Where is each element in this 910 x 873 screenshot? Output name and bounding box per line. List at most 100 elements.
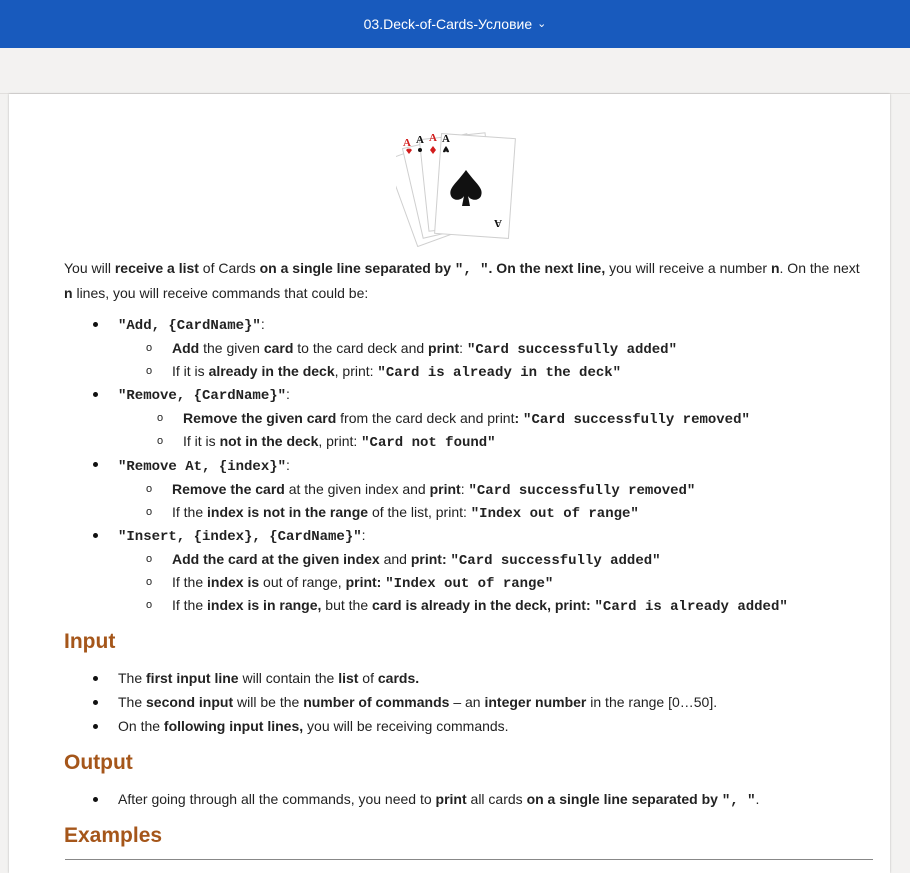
insert-exists-line: If the index is in range, but the card i…: [172, 594, 788, 617]
command-suffix: :: [361, 527, 366, 543]
four-aces-cards-icon: A A A A A: [396, 132, 516, 247]
command-suffix: :: [286, 386, 290, 402]
command-name: "Remove At, {index}": [118, 459, 287, 475]
circle-bullet-icon: o: [157, 435, 164, 447]
circle-bullet-icon: o: [146, 483, 153, 495]
text: all cards: [466, 791, 527, 807]
input-line-1: The first input line will contain the li…: [118, 667, 419, 690]
circle-bullet-icon: o: [146, 506, 153, 518]
chevron-down-icon[interactable]: ⌄: [537, 17, 546, 30]
bullet-icon: [93, 724, 98, 729]
svg-text:A: A: [403, 137, 411, 149]
text: but the: [321, 597, 372, 613]
document-title[interactable]: 03.Deck-of-Cards-Условие: [364, 16, 532, 32]
insert-range-line: If the index is out of range, print: "In…: [172, 571, 553, 594]
text: print: [428, 340, 460, 356]
text: Add the card at the given index: [172, 551, 380, 567]
svg-text:A: A: [429, 132, 437, 144]
command-name: "Add, {CardName}": [118, 318, 261, 334]
text: If the: [172, 597, 208, 613]
intro-text: of Cards: [198, 260, 260, 276]
command-insert: "Insert, {index}, {CardName}":: [118, 524, 366, 547]
text: cards.: [377, 670, 420, 686]
text: print:: [345, 574, 386, 590]
text: , print:: [334, 363, 378, 379]
command-add: "Add, {CardName}":: [118, 313, 265, 336]
input-line-3: On the following input lines, you will b…: [118, 715, 509, 738]
text: Remove the card: [172, 481, 285, 497]
text: After going through all the commands, yo…: [118, 791, 436, 807]
text: If it is: [172, 363, 209, 379]
text: – an: [449, 694, 485, 710]
text: out of range,: [259, 574, 346, 590]
text: will contain the: [238, 670, 339, 686]
command-name: "Insert, {index}, {CardName}": [118, 529, 362, 545]
intro-text: You will: [64, 260, 115, 276]
text: and: [379, 551, 411, 567]
document-page: A A A A A You will receive a list of Car…: [9, 94, 890, 873]
bullet-icon: [93, 533, 98, 538]
command-remove-at: "Remove At, {index}":: [118, 454, 290, 477]
text: second input: [146, 694, 234, 710]
circle-bullet-icon: o: [146, 599, 153, 611]
code-text: "Index out of range": [385, 576, 554, 592]
intro-text: . On the next: [779, 260, 860, 276]
remove-notfound-line: If it is not in the deck, print: "Card n…: [183, 430, 496, 453]
intro-text: on a single line separated by: [259, 260, 455, 276]
text: list: [338, 670, 359, 686]
intro-code: ", ": [454, 262, 489, 278]
code-text: "Card not found": [361, 435, 496, 451]
command-suffix: :: [286, 457, 290, 473]
code-text: "Card successfully added": [450, 553, 661, 569]
command-suffix: :: [260, 316, 265, 332]
code-text: "Card is already added": [594, 599, 788, 615]
bullet-icon: [93, 700, 98, 705]
bullet-icon: [93, 322, 98, 327]
text: print: [435, 791, 467, 807]
text: index is not in the range: [207, 504, 369, 520]
output-line-1: After going through all the commands, yo…: [118, 788, 759, 811]
output-heading: Output: [64, 751, 133, 774]
table-top-border: [65, 859, 873, 860]
code-text: "Card successfully removed": [468, 483, 696, 499]
text: of: [358, 670, 378, 686]
text: :: [460, 481, 469, 497]
text: Add: [172, 340, 200, 356]
input-line-2: The second input will be the number of c…: [118, 691, 717, 714]
text: number of commands: [303, 694, 450, 710]
insert-success-line: Add the card at the given index and prin…: [172, 548, 661, 571]
intro-text: n: [64, 285, 73, 301]
text: from the card deck and print: [336, 410, 515, 426]
bullet-icon: [93, 462, 98, 467]
text: following input lines,: [163, 718, 304, 734]
input-heading: Input: [64, 630, 116, 653]
text: The: [118, 670, 147, 686]
text: .: [755, 791, 760, 807]
code-text: "Index out of range": [470, 506, 639, 522]
text: at the given index and: [284, 481, 430, 497]
text: in the range [0…50].: [586, 694, 718, 710]
svg-text:A: A: [416, 134, 424, 146]
add-success-line: Add the given card to the card deck and …: [172, 337, 677, 360]
add-exists-line: If it is already in the deck, print: "Ca…: [172, 360, 621, 383]
text: The: [118, 694, 147, 710]
intro-text: you will receive a number: [605, 260, 771, 276]
text: index is: [207, 574, 260, 590]
code-text: "Card successfully added": [466, 342, 677, 358]
command-name: "Remove, {CardName}": [118, 388, 287, 404]
code-text: "Card successfully removed": [523, 412, 750, 428]
intro-text: next line,: [544, 260, 606, 276]
text: of the list, print:: [368, 504, 471, 520]
text: index is in range,: [207, 597, 322, 613]
remove-success-line: Remove the given card from the card deck…: [183, 407, 750, 430]
text: on a single line separated by: [526, 791, 722, 807]
intro-text: receive a list: [114, 260, 199, 276]
text: integer number: [484, 694, 587, 710]
command-remove: "Remove, {CardName}":: [118, 383, 290, 406]
circle-bullet-icon: o: [157, 412, 164, 424]
code-text: "Card is already in the deck": [377, 365, 622, 381]
text: you will be receiving commands.: [303, 718, 509, 734]
text: On the: [118, 718, 164, 734]
text: card is already in the deck, print:: [372, 597, 595, 613]
remove-at-range-line: If the index is not in the range of the …: [172, 501, 639, 524]
